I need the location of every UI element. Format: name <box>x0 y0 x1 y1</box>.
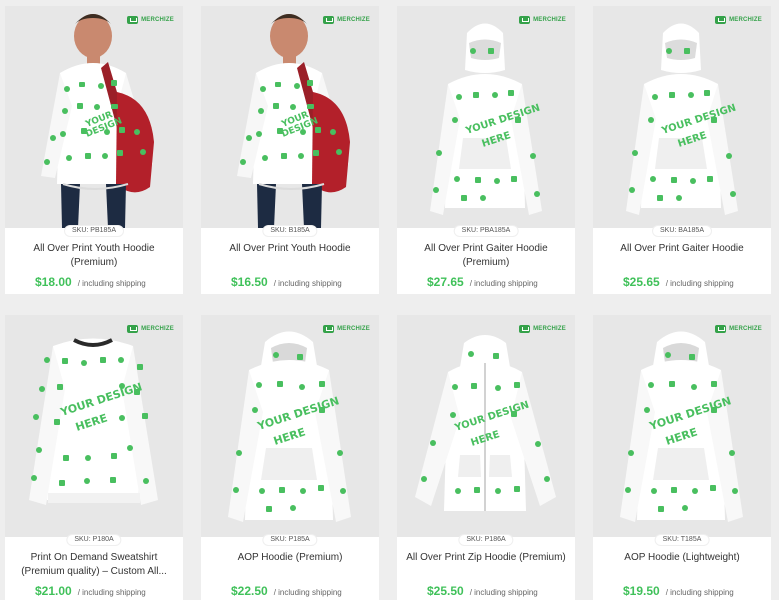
product-image-zip-hoodie[interactable]: YOUR DESIGN HERE MERCHIZE <box>397 315 575 537</box>
shipping-note: / including shipping <box>77 588 146 597</box>
product-grid: YOUR DESIGN MERCHIZE SKU: PB185A All Ove… <box>0 0 779 600</box>
shipping-note: / including shipping <box>469 588 538 597</box>
merchize-logo: MERCHIZE <box>323 16 370 24</box>
merchize-logo: MERCHIZE <box>127 325 174 333</box>
product-price: $21.00 <box>35 584 72 598</box>
product-price: $25.65 <box>623 275 660 289</box>
product-price: $19.50 <box>623 584 660 598</box>
merchize-logo: MERCHIZE <box>715 325 762 333</box>
product-image-gaiter-hoodie[interactable]: YOUR DESIGN HERE MERCHIZE <box>593 6 771 228</box>
product-price: $18.00 <box>35 275 72 289</box>
product-price: $16.50 <box>231 275 268 289</box>
product-title[interactable]: All Over Print Gaiter Hoodie (Premium) <box>397 242 575 272</box>
shipping-note: / including shipping <box>273 588 342 597</box>
merchize-logo: MERCHIZE <box>127 16 174 24</box>
product-price: $22.50 <box>231 584 268 598</box>
product-title[interactable]: All Over Print Youth Hoodie (Premium) <box>5 242 183 272</box>
product-sku: SKU: P180A <box>67 535 121 545</box>
merchize-logo: MERCHIZE <box>323 325 370 333</box>
product-title[interactable]: All Over Print Zip Hoodie (Premium) <box>397 551 575 581</box>
product-card[interactable]: YOUR DESIGN HERE MERCHIZE SKU: PBA185A A… <box>397 6 575 294</box>
product-sku: SKU: PBA185A <box>454 226 518 236</box>
product-title[interactable]: AOP Hoodie (Lightweight) <box>593 551 771 581</box>
merchize-logo: MERCHIZE <box>519 16 566 24</box>
product-sku: SKU: P186A <box>459 535 513 545</box>
product-price: $25.50 <box>427 584 464 598</box>
product-sku: SKU: T185A <box>655 535 709 545</box>
product-image-hoodie[interactable]: YOUR DESIGN HERE MERCHIZE <box>593 315 771 537</box>
product-sku: SKU: PB185A <box>65 226 123 236</box>
product-card[interactable]: YOUR DESIGN MERCHIZE SKU: B185A All Over… <box>201 6 379 294</box>
product-image-hoodie[interactable]: YOUR DESIGN HERE MERCHIZE <box>201 315 379 537</box>
merchize-logo: MERCHIZE <box>519 325 566 333</box>
product-sku: SKU: P185A <box>263 535 317 545</box>
product-card[interactable]: YOUR DESIGN HERE MERCHIZE SKU: P185A AOP… <box>201 315 379 600</box>
product-sku: SKU: BA185A <box>653 226 711 236</box>
shipping-note: / including shipping <box>77 279 146 288</box>
product-image-youth-model[interactable]: YOUR DESIGN MERCHIZE <box>5 6 183 228</box>
product-card[interactable]: YOUR DESIGN HERE MERCHIZE SKU: P186A All… <box>397 315 575 600</box>
product-card[interactable]: YOUR DESIGN HERE MERCHIZE SKU: BA185A Al… <box>593 6 771 294</box>
product-card[interactable]: YOUR DESIGN HERE MERCHIZE SKU: P180A Pri… <box>5 315 183 600</box>
merchize-logo: MERCHIZE <box>715 16 762 24</box>
product-title[interactable]: Print On Demand Sweatshirt (Premium qual… <box>5 551 183 581</box>
product-card[interactable]: YOUR DESIGN HERE MERCHIZE SKU: T185A AOP… <box>593 315 771 600</box>
shipping-note: / including shipping <box>273 279 342 288</box>
product-sku: SKU: B185A <box>263 226 317 236</box>
shipping-note: / including shipping <box>665 588 734 597</box>
product-card[interactable]: YOUR DESIGN MERCHIZE SKU: PB185A All Ove… <box>5 6 183 294</box>
product-title[interactable]: All Over Print Gaiter Hoodie <box>593 242 771 272</box>
shipping-note: / including shipping <box>665 279 734 288</box>
product-price: $27.65 <box>427 275 464 289</box>
shipping-note: / including shipping <box>469 279 538 288</box>
product-title[interactable]: AOP Hoodie (Premium) <box>201 551 379 581</box>
product-image-youth-model[interactable]: YOUR DESIGN MERCHIZE <box>201 6 379 228</box>
product-image-gaiter-hoodie[interactable]: YOUR DESIGN HERE MERCHIZE <box>397 6 575 228</box>
product-image-sweatshirt[interactable]: YOUR DESIGN HERE MERCHIZE <box>5 315 183 537</box>
product-title[interactable]: All Over Print Youth Hoodie <box>201 242 379 272</box>
